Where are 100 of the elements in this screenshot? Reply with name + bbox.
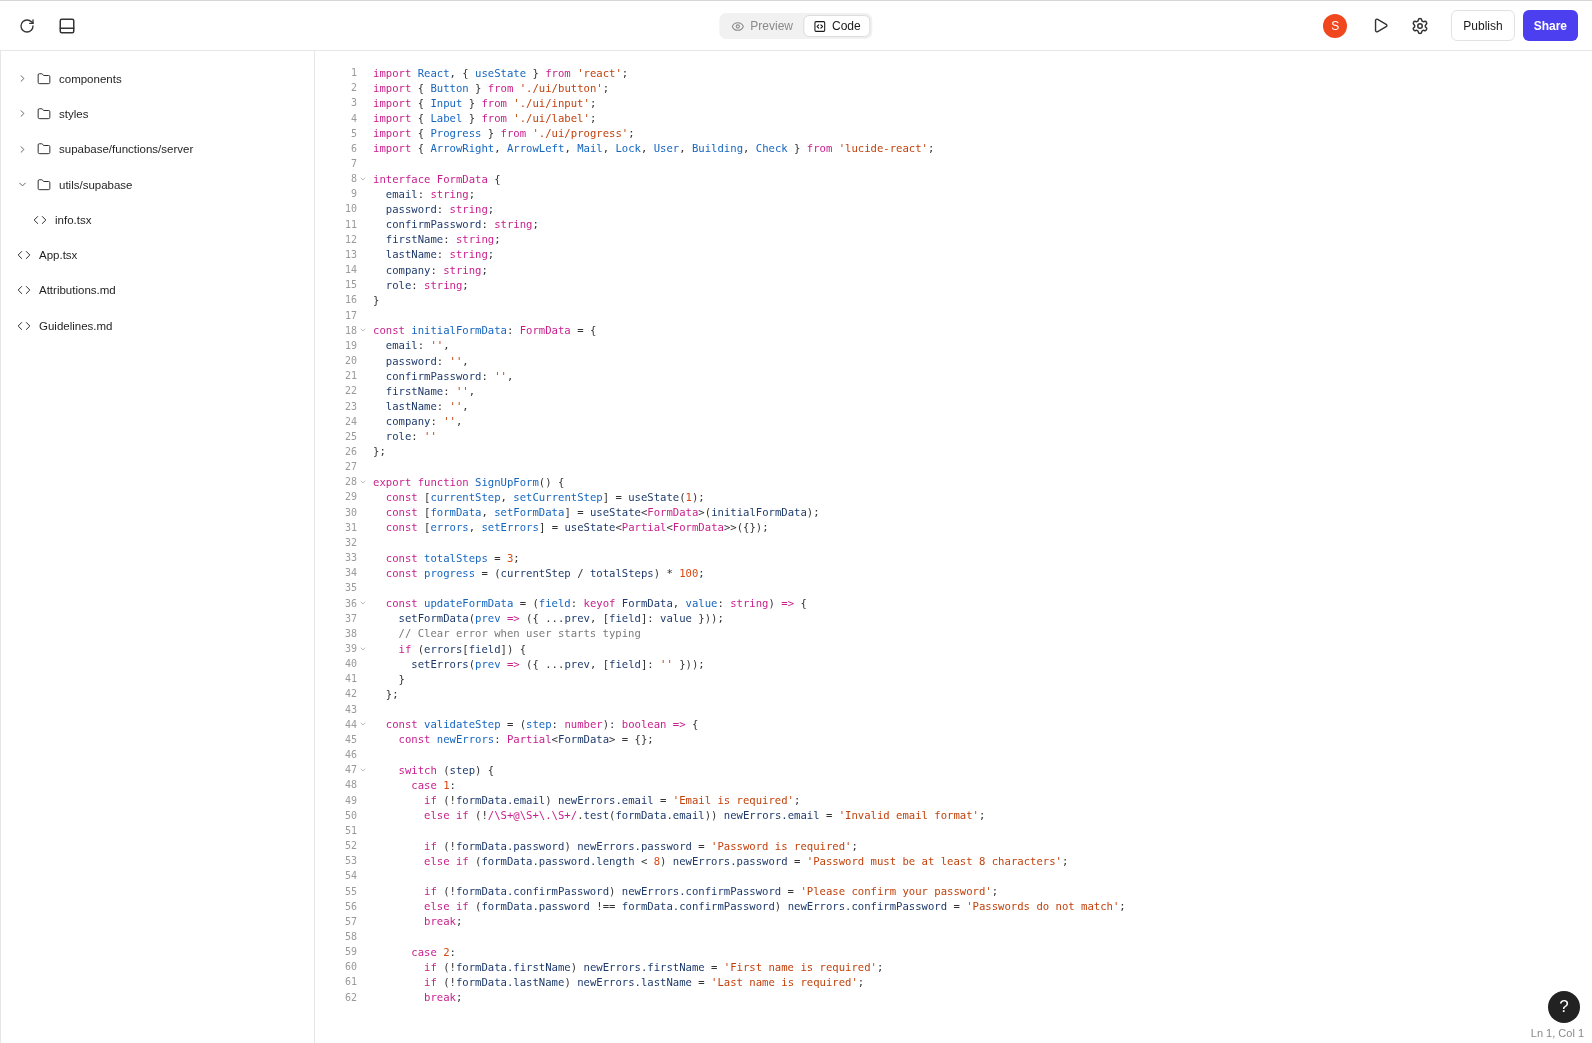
code-line: };: [373, 445, 386, 458]
user-avatar[interactable]: S: [1323, 13, 1348, 38]
line-number: 28: [344, 476, 357, 488]
code-line: import { Progress } from './ui/progress';: [373, 127, 635, 140]
line-number: 42: [344, 688, 357, 700]
line-number: 27: [344, 461, 357, 473]
line-number: 11: [344, 218, 357, 230]
folder-icon: [37, 106, 51, 121]
line-number: 37: [344, 612, 357, 624]
code-line: const [errors, setErrors] = useState<Partial<FormData>>({});: [384, 521, 769, 534]
file-name: supabase/functions/server: [59, 143, 194, 156]
line-number: 30: [344, 506, 357, 518]
file-item[interactable]: Attributions.md: [1, 272, 314, 309]
line-number: 20: [344, 355, 357, 367]
line-number: 13: [344, 248, 357, 260]
code-line: interface FormData {: [373, 172, 501, 185]
code-line: import React, { useState } from 'react';: [373, 66, 629, 79]
line-number: 2: [350, 82, 357, 94]
code-line: role: '': [384, 430, 437, 443]
line-number: 49: [344, 794, 357, 806]
code-line: export function SignUpForm() {: [373, 475, 565, 488]
folder-item[interactable]: components: [1, 61, 314, 97]
line-number: 33: [344, 552, 357, 564]
line-number: 35: [344, 582, 357, 594]
code-line: if (!formData.confirmPassword) newErrors.confirmPassword = 'Please confirm your password';: [423, 885, 999, 897]
code-line: if (!formData.firstName) newErrors.firstName = 'First name is required';: [423, 960, 884, 973]
publish-button[interactable]: Publish: [1451, 10, 1515, 41]
line-number: 54: [344, 870, 357, 882]
code-line: case 1:: [410, 778, 456, 791]
line-number: 18: [344, 324, 357, 336]
folder-icon: [37, 177, 51, 192]
line-number: 58: [344, 931, 357, 942]
line-number: 55: [344, 885, 357, 897]
line-number: 21: [344, 370, 357, 382]
code-line: role: string;: [384, 278, 469, 291]
line-number: 48: [344, 779, 357, 791]
line-number: 40: [344, 658, 357, 670]
line-number: 8: [350, 173, 357, 185]
line-number: 17: [344, 309, 357, 321]
folder-item[interactable]: styles: [1, 96, 314, 132]
line-number: 9: [350, 188, 357, 200]
code-icon: [813, 19, 826, 33]
code-line: setFormData(prev => ({ ...prev, [field]: value }));: [397, 612, 724, 625]
code-line: company: '',: [384, 415, 463, 428]
line-number: 36: [344, 597, 357, 609]
line-number: 6: [350, 142, 357, 154]
view-tab[interactable]: Code: [803, 15, 871, 37]
cursor-position: Ln 1, Col 1: [1530, 1027, 1584, 1039]
line-number: 39: [344, 643, 357, 654]
code-line: break;: [423, 991, 463, 1004]
code-line: const progress = (currentStep / totalSteps) * 100;: [384, 566, 705, 579]
code-line: if (errors[field]) {: [397, 642, 527, 655]
share-button[interactable]: Share: [1522, 10, 1578, 41]
help-button[interactable]: ?: [1548, 991, 1580, 1023]
line-number: 43: [344, 703, 357, 715]
line-number: 52: [344, 840, 357, 852]
file-item[interactable]: info.tsx: [1, 202, 314, 238]
line-number: 61: [344, 976, 357, 988]
line-number: 32: [344, 536, 357, 548]
line-number: 59: [344, 946, 357, 958]
line-number: 46: [344, 749, 357, 761]
code-line: const validateStep = (step: number): boolean => {: [384, 718, 699, 731]
line-number: 62: [344, 991, 357, 1003]
code-line: const newErrors: Partial<FormData> = {};: [397, 733, 654, 746]
code-line: const [formData, setFormData] = useState<FormData>(initialFormData);: [384, 506, 820, 519]
line-number: 38: [344, 627, 357, 639]
line-number: 15: [344, 279, 357, 291]
code-line: firstName: string;: [384, 233, 501, 246]
folder-icon: [37, 142, 51, 157]
code-line: setErrors(prev => ({ ...prev, [field]: '' }));: [410, 657, 705, 670]
file-name: info.tsx: [55, 213, 92, 226]
file-name: styles: [59, 107, 89, 120]
code-line: lastName: string;: [384, 248, 495, 261]
code-line: firstName: '',: [384, 384, 476, 397]
code-line: lastName: '',: [384, 400, 469, 412]
file-item[interactable]: Guidelines.md: [1, 308, 314, 344]
line-number: 25: [344, 430, 357, 442]
code-line: };: [384, 688, 399, 700]
code-line: import { Input } from './ui/input';: [373, 96, 597, 109]
code-line: import { Label } from './ui/label';: [373, 112, 597, 125]
folder-item[interactable]: utils/supabase: [1, 166, 314, 203]
file-item[interactable]: App.tsx: [1, 237, 314, 273]
line-number: 51: [344, 824, 357, 836]
line-number: 44: [344, 718, 357, 730]
line-number: 14: [344, 264, 357, 276]
folder-item[interactable]: supabase/functions/server: [1, 131, 314, 167]
code-line: const updateFormData = (field: keyof FormData, value: string) => {: [384, 597, 807, 610]
code-line: password: string;: [384, 203, 495, 215]
line-number: 41: [344, 673, 357, 685]
line-number: 7: [350, 158, 357, 169]
code-line: else if (!/\S+@\S+\.\S+/.test(formData.email)) newErrors.email = 'Invalid email format';: [423, 809, 986, 822]
line-number: 29: [344, 491, 357, 503]
file-name: utils/supabase: [59, 178, 133, 191]
code-line: else if (formData.password !== formData.confirmPassword) newErrors.confirmPassword = 'Passwords do not match';: [423, 900, 1126, 913]
file-name: Guidelines.md: [39, 319, 113, 332]
code-line: if (!formData.email) newErrors.email = 'Email is required';: [423, 794, 801, 807]
line-number: 12: [344, 233, 357, 245]
eye-icon: [731, 19, 745, 33]
code-line: email: string;: [384, 187, 476, 200]
code-line: if (!formData.lastName) newErrors.lastName = 'Last name is required';: [423, 975, 865, 988]
